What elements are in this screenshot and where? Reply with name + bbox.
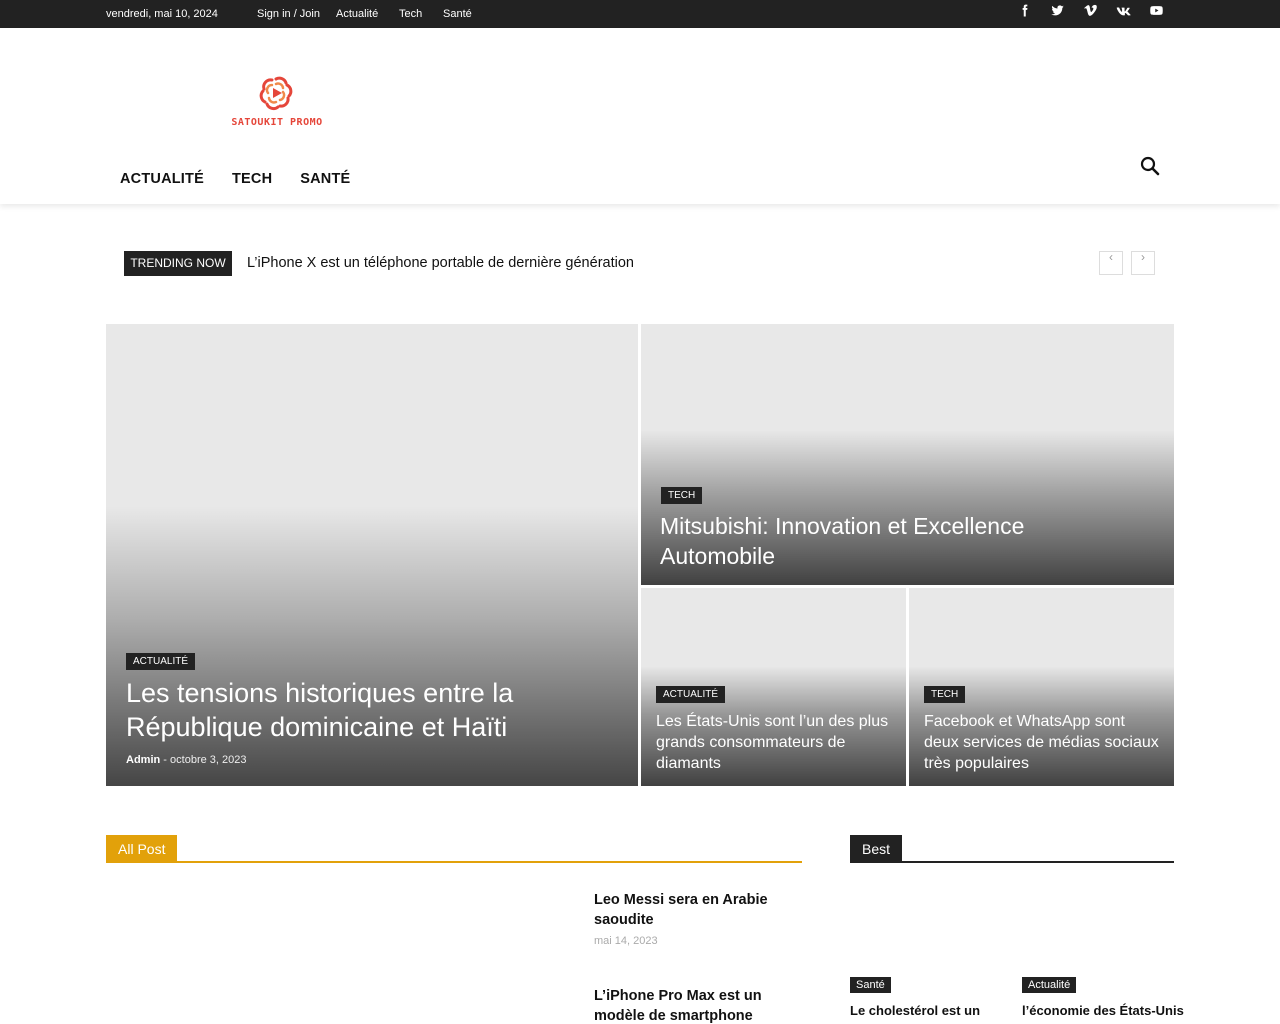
- trending-prev-button[interactable]: ‹: [1099, 251, 1123, 275]
- twitter-icon[interactable]: [1048, 3, 1067, 18]
- trending-next-button[interactable]: ›: [1131, 251, 1155, 275]
- hero-top-right-category-badge[interactable]: TECH: [661, 487, 703, 504]
- best-item-title[interactable]: Le cholestérol est un: [850, 1002, 980, 1020]
- best-divider: [850, 861, 1174, 863]
- best-heading: Best: [850, 835, 903, 863]
- hero-bottom-left-title[interactable]: Les États-Unis sont l’un des plus grands…: [656, 711, 896, 774]
- main-nav: ACTUALITÉ TECH SANTÉ: [120, 171, 350, 187]
- top-bar: vendredi, mai 10, 2024 Sign in / Join Ac…: [0, 0, 1280, 28]
- best-item-title[interactable]: l’économie des États-Unis: [1022, 1002, 1184, 1020]
- hero-bottom-left-category-badge[interactable]: ACTUALITÉ: [656, 686, 726, 703]
- hero-top-right-article[interactable]: TECH Mitsubishi: Innovation et Excellenc…: [641, 324, 1174, 585]
- all-post-heading: All Post: [106, 835, 178, 863]
- publish-date: octobre 3, 2023: [170, 754, 247, 766]
- vk-icon[interactable]: [1114, 3, 1133, 18]
- all-post-divider: [106, 861, 802, 863]
- hero-bottom-right-title[interactable]: Facebook et WhatsApp sont deux services …: [924, 711, 1164, 774]
- best-item-category-badge[interactable]: Actualité: [1022, 977, 1077, 993]
- hero-main-category-badge[interactable]: ACTUALITÉ: [126, 653, 196, 670]
- topbar-link-sante[interactable]: Santé: [443, 8, 472, 21]
- nav-item-tech[interactable]: TECH: [232, 171, 272, 187]
- hero-main-title[interactable]: Les tensions historiques entre la Républ…: [126, 676, 606, 744]
- meta-separator: -: [163, 754, 167, 766]
- logo-flower-icon: [259, 76, 293, 111]
- best-item-category-badge[interactable]: Santé: [850, 977, 891, 993]
- site-header: SATOUKIT PROMO ACTUALITÉ TECH SANTÉ: [0, 28, 1280, 204]
- trending-now-label: TRENDING NOW: [124, 251, 232, 276]
- facebook-icon[interactable]: [1015, 3, 1034, 18]
- nav-item-actualite[interactable]: ACTUALITÉ: [120, 171, 204, 187]
- vimeo-icon[interactable]: [1081, 3, 1100, 18]
- hero-bottom-left-article[interactable]: ACTUALITÉ Les États-Unis sont l’un des p…: [641, 588, 906, 786]
- social-links: [1015, 3, 1166, 18]
- author-name[interactable]: Admin: [126, 754, 160, 766]
- post-title[interactable]: Leo Messi sera en Arabie saoudite: [594, 890, 794, 930]
- post-date: mai 14, 2023: [594, 935, 658, 947]
- topbar-link-tech[interactable]: Tech: [399, 8, 422, 21]
- youtube-icon[interactable]: [1147, 3, 1166, 18]
- current-date: vendredi, mai 10, 2024: [106, 8, 218, 20]
- search-icon[interactable]: [1140, 156, 1160, 176]
- hero-main-meta: Admin - octobre 3, 2023: [126, 754, 246, 766]
- site-logo[interactable]: SATOUKIT PROMO: [226, 73, 328, 133]
- hero-bottom-right-article[interactable]: TECH Facebook et WhatsApp sont deux serv…: [909, 588, 1174, 786]
- topbar-link-actualite[interactable]: Actualité: [336, 8, 378, 21]
- post-title[interactable]: L’iPhone Pro Max est un modèle de smartp…: [594, 986, 804, 1024]
- trending-headline[interactable]: L’iPhone X est un téléphone portable de …: [247, 255, 634, 271]
- hero-bottom-right-category-badge[interactable]: TECH: [924, 686, 966, 703]
- nav-item-sante[interactable]: SANTÉ: [300, 171, 350, 187]
- sign-in-link[interactable]: Sign in / Join: [257, 8, 320, 21]
- hero-main-article[interactable]: ACTUALITÉ Les tensions historiques entre…: [106, 324, 638, 786]
- hero-top-right-title[interactable]: Mitsubishi: Innovation et Excellence Aut…: [660, 511, 1140, 571]
- logo-text: SATOUKIT PROMO: [231, 117, 323, 128]
